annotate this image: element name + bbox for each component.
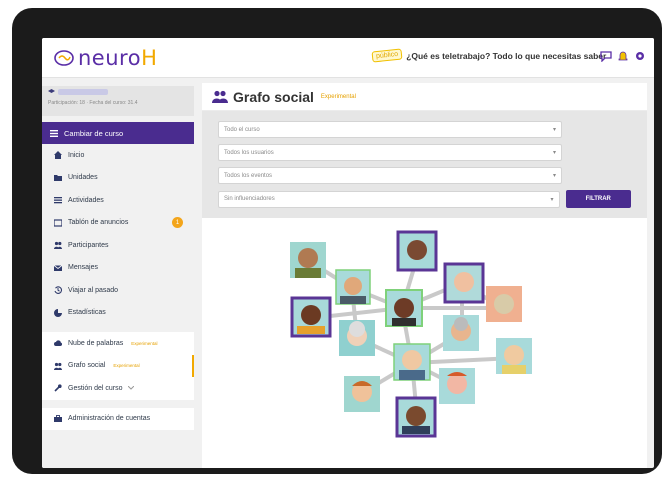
sidebar-tools-block: Nube de palabras Experimental Grafo soci… <box>42 332 194 400</box>
sidebar-item-inicio[interactable]: Inicio <box>42 144 194 167</box>
caret-icon: ▾ <box>552 127 556 133</box>
brain-icon <box>54 50 74 66</box>
page-header: Grafo social Experimental <box>202 83 647 111</box>
filter-button[interactable]: FILTRAR <box>565 190 631 208</box>
graph-node[interactable] <box>439 368 475 404</box>
graph-node[interactable] <box>443 315 479 351</box>
list-icon <box>54 197 62 204</box>
graph-node[interactable] <box>344 376 380 412</box>
announcement-count-badge: 1 <box>172 217 183 229</box>
mail-icon <box>54 264 62 271</box>
chevron-down-icon <box>128 386 135 390</box>
sidebar-item-participantes[interactable]: Participantes <box>42 234 194 257</box>
sidebar-item-grafo-social[interactable]: Grafo social Experimental <box>42 354 194 377</box>
gear-icon[interactable] <box>634 50 646 62</box>
caret-icon: ▾ <box>552 150 556 156</box>
experimental-tag: Experimental <box>320 93 356 100</box>
graph-node[interactable] <box>339 320 375 356</box>
events-select[interactable]: Todos los eventos ▾ <box>218 167 562 184</box>
graph-node[interactable] <box>290 296 332 338</box>
graph-node[interactable] <box>335 269 371 305</box>
promo-text[interactable]: ¿Qué es teletrabajo? Todo lo que necesit… <box>406 51 606 61</box>
user-subtitle: Participación: 18 · Fecha del curso: 31.… <box>48 100 138 106</box>
influencers-select[interactable]: Sin influenciadores ▾ <box>218 190 560 208</box>
period-select[interactable]: Todo el curso ▾ <box>218 121 562 138</box>
graph-node[interactable] <box>486 286 522 322</box>
bell-icon[interactable] <box>617 50 629 62</box>
users-select[interactable]: Todos los usuarios ▾ <box>218 144 562 161</box>
graph-node[interactable] <box>395 396 437 438</box>
sidebar-item-viajar[interactable]: Viajar al pasado <box>42 279 194 302</box>
graph-node[interactable] <box>393 343 431 381</box>
cloud-icon <box>54 340 62 347</box>
home-icon <box>54 151 62 160</box>
graph-node[interactable] <box>385 289 423 327</box>
sidebar-item-unidades[interactable]: Unidades <box>42 167 194 190</box>
caret-icon: ▾ <box>552 173 556 179</box>
promo-banner[interactable]: público ¿Qué es teletrabajo? Todo lo que… <box>371 48 606 63</box>
users-icon <box>54 242 62 250</box>
logo-text: neuroH <box>78 46 158 70</box>
graduation-cap-icon <box>48 89 55 93</box>
main-panel: Grafo social Experimental Todo el curso ▾… <box>202 83 647 468</box>
logo[interactable]: neuroH <box>54 46 157 70</box>
public-badge: público <box>371 48 403 63</box>
graph-node[interactable] <box>443 262 485 304</box>
caret-icon: ▾ <box>550 196 554 203</box>
graph-node[interactable] <box>290 242 326 278</box>
change-course-button[interactable]: Cambiar de curso <box>42 122 194 144</box>
menu-icon <box>50 129 58 137</box>
users-icon <box>54 362 62 370</box>
user-box[interactable]: Participación: 18 · Fecha del curso: 31.… <box>42 86 194 116</box>
wrench-icon <box>54 384 62 392</box>
sidebar-item-actividades[interactable]: Actividades <box>42 189 194 212</box>
sidebar-item-mensajes[interactable]: Mensajes <box>42 257 194 280</box>
sidebar-item-estadisticas[interactable]: Estadísticas <box>42 302 194 325</box>
top-icons <box>600 50 646 62</box>
folder-icon <box>54 174 62 181</box>
tablet-frame: neuroH público ¿Qué es teletrabajo? Todo… <box>12 8 662 474</box>
sidebar-item-gestion[interactable]: Gestión del curso <box>42 377 194 400</box>
graph-nodes <box>290 230 532 438</box>
user-name <box>48 89 188 95</box>
chat-icon[interactable] <box>600 50 612 62</box>
sidebar-item-administracion[interactable]: Administración de cuentas <box>42 408 194 431</box>
active-indicator <box>192 354 194 377</box>
sidebar-admin-block: Administración de cuentas <box>42 407 194 431</box>
history-icon <box>54 286 62 295</box>
briefcase-icon <box>54 414 62 422</box>
social-graph <box>290 230 532 438</box>
sidebar-item-tablon[interactable]: Tablón de anuncios 1 <box>42 212 194 235</box>
graph-node[interactable] <box>396 230 438 272</box>
board-icon <box>54 219 62 227</box>
top-bar: neuroH público ¿Qué es teletrabajo? Todo… <box>42 38 654 78</box>
sidebar: Participación: 18 · Fecha del curso: 31.… <box>42 78 194 468</box>
app-screen: neuroH público ¿Qué es teletrabajo? Todo… <box>42 38 654 468</box>
graph-node[interactable] <box>496 338 532 374</box>
sidebar-item-nube[interactable]: Nube de palabras Experimental <box>42 332 194 355</box>
users-icon <box>212 90 228 103</box>
filter-panel: Todo el curso ▾ Todos los usuarios ▾ Todos… <box>202 111 647 218</box>
stats-icon <box>54 308 62 317</box>
page-title: Grafo social <box>233 88 314 105</box>
